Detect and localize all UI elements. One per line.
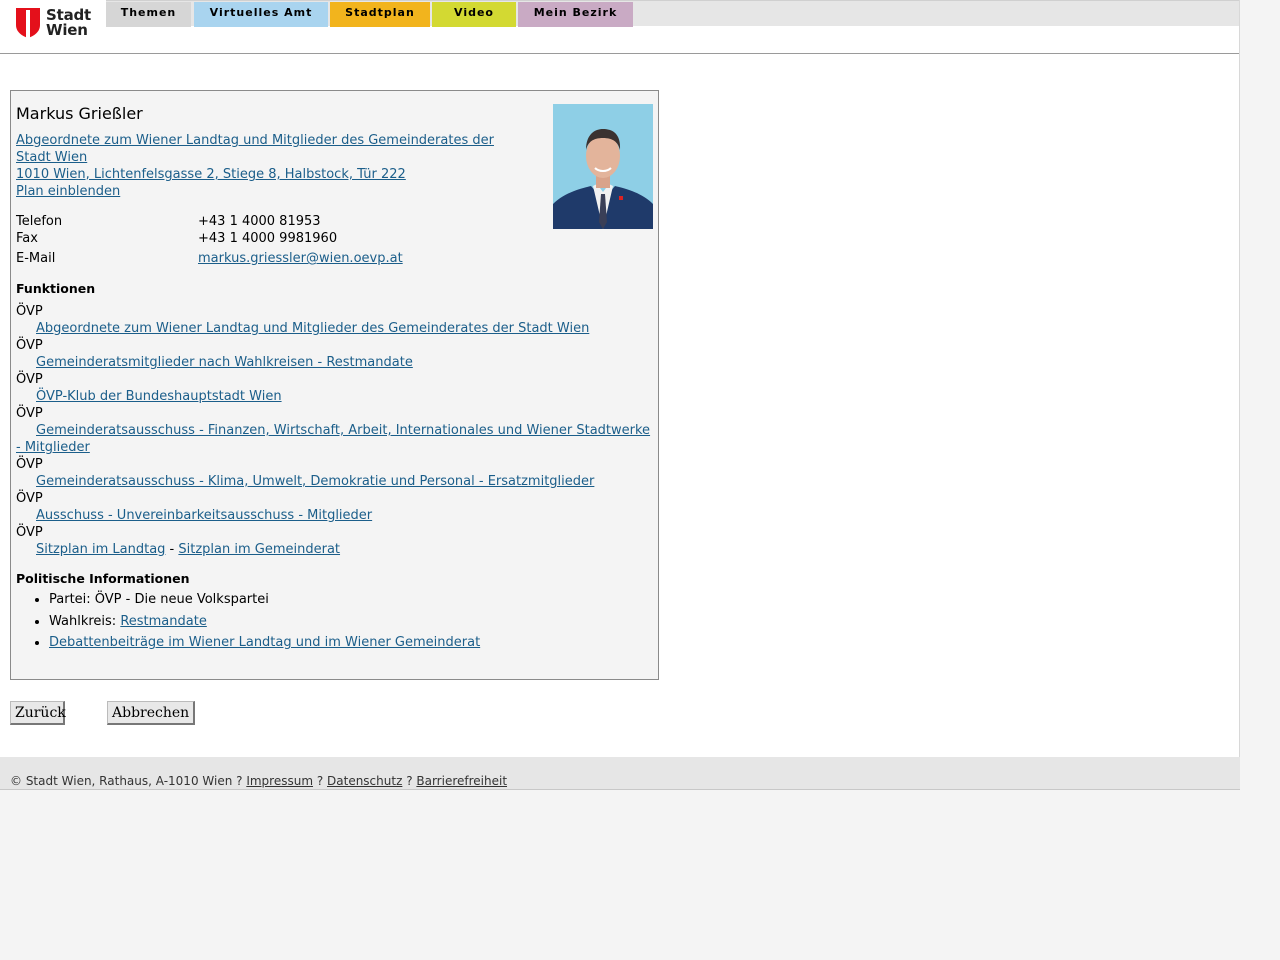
function-item: ÖVP Gemeinderatsmitglieder nach Wahlkrei… bbox=[16, 337, 656, 371]
person-card: Markus Grießler Abgeordnete zum Wiener L… bbox=[10, 90, 659, 680]
barrierefreiheit-link[interactable]: Barrierefreiheit bbox=[416, 774, 507, 788]
function-link[interactable]: Ausschuss - Unvereinbarkeitsausschuss - … bbox=[36, 508, 372, 523]
function-item: ÖVP Gemeinderatsausschuss - Klima, Umwel… bbox=[16, 456, 656, 490]
district-label: Wahlkreis: bbox=[49, 613, 121, 629]
fax-label: Fax bbox=[16, 231, 38, 246]
portrait-photo bbox=[553, 104, 653, 229]
nav-tab-mein-bezirk[interactable]: Mein Bezirk bbox=[518, 2, 633, 27]
function-party: ÖVP bbox=[16, 491, 43, 506]
nav-tab-video[interactable]: Video bbox=[432, 2, 516, 27]
phone-label: Telefon bbox=[16, 214, 63, 229]
site-header: Stadt Wien Themen Virtuelles Amt Stadtpl… bbox=[0, 0, 1239, 54]
function-link[interactable]: ÖVP-Klub der Bundeshauptstadt Wien bbox=[36, 389, 282, 404]
function-party: ÖVP bbox=[16, 457, 43, 472]
email-link[interactable]: markus.griessler@wien.oevp.at bbox=[198, 251, 403, 266]
role-link[interactable]: Abgeordnete zum Wiener Landtag und Mitgl… bbox=[16, 132, 516, 166]
copyright-text: © Stadt Wien, Rathaus, A-1010 Wien ? bbox=[10, 774, 247, 788]
party-item: Partei: ÖVP - Die neue Volkspartei bbox=[49, 589, 480, 611]
main-navigation: Themen Virtuelles Amt Stadtplan Video Me… bbox=[106, 0, 1239, 27]
nav-tab-themen[interactable]: Themen bbox=[106, 2, 191, 27]
footer-separator: ? bbox=[313, 774, 328, 788]
political-info-list: Partei: ÖVP - Die neue Volkspartei Wahlk… bbox=[16, 589, 480, 654]
datenschutz-link[interactable]: Datenschutz bbox=[327, 774, 402, 788]
footer-text: © Stadt Wien, Rathaus, A-1010 Wien ? Imp… bbox=[10, 774, 507, 788]
function-party: ÖVP bbox=[16, 406, 43, 421]
link-separator: - bbox=[165, 542, 179, 557]
cancel-button[interactable]: Abbrechen bbox=[107, 701, 195, 725]
phone-value: +43 1 4000 81953 bbox=[198, 214, 321, 229]
seating-plan-landtag-link[interactable]: Sitzplan im Landtag bbox=[36, 542, 165, 557]
functions-title: Funktionen bbox=[16, 281, 96, 296]
function-link[interactable]: Gemeinderatsausschuss - Klima, Umwelt, D… bbox=[36, 474, 594, 489]
debates-link[interactable]: Debattenbeiträge im Wiener Landtag und i… bbox=[49, 635, 480, 650]
back-button[interactable]: Zurück bbox=[10, 701, 66, 725]
nav-tab-stadtplan[interactable]: Stadtplan bbox=[330, 2, 430, 27]
political-info-title: Politische Informationen bbox=[16, 571, 190, 586]
email-label: E-Mail bbox=[16, 251, 56, 266]
logo-line-2: Wien bbox=[46, 21, 88, 39]
function-item: ÖVP Ausschuss - Unvereinbarkeitsausschus… bbox=[16, 490, 656, 524]
logo-text: Stadt Wien bbox=[46, 8, 91, 38]
function-item: ÖVP Gemeinderatsausschuss - Finanzen, Wi… bbox=[16, 405, 656, 456]
show-map-link[interactable]: Plan einblenden bbox=[16, 183, 516, 200]
debates-item: Debattenbeiträge im Wiener Landtag und i… bbox=[49, 632, 480, 654]
party-text: Partei: ÖVP - Die neue Volkspartei bbox=[49, 592, 269, 607]
fax-value: +43 1 4000 9981960 bbox=[198, 231, 338, 246]
function-item-seating: ÖVP Sitzplan im Landtag - Sitzplan im Ge… bbox=[16, 524, 656, 558]
address-link[interactable]: 1010 Wien, Lichtenfelsgasse 2, Stiege 8,… bbox=[16, 166, 516, 183]
function-party: ÖVP bbox=[16, 338, 43, 353]
coat-of-arms-icon bbox=[16, 8, 40, 38]
footer-separator: ? bbox=[402, 774, 417, 788]
function-party: ÖVP bbox=[16, 304, 43, 319]
site-footer: © Stadt Wien, Rathaus, A-1010 Wien ? Imp… bbox=[0, 757, 1240, 790]
function-party: ÖVP bbox=[16, 525, 43, 540]
person-name: Markus Grießler bbox=[16, 104, 143, 123]
district-item: Wahlkreis: Restmandate bbox=[49, 611, 480, 633]
address-block: Abgeordnete zum Wiener Landtag und Mitgl… bbox=[16, 132, 516, 200]
functions-list: ÖVP Abgeordnete zum Wiener Landtag und M… bbox=[16, 303, 656, 558]
stadt-wien-logo[interactable]: Stadt Wien bbox=[16, 8, 91, 38]
function-party: ÖVP bbox=[16, 372, 43, 387]
district-link[interactable]: Restmandate bbox=[120, 614, 207, 629]
function-item: ÖVP Abgeordnete zum Wiener Landtag und M… bbox=[16, 303, 656, 337]
impressum-link[interactable]: Impressum bbox=[246, 774, 313, 788]
nav-tab-virtuelles-amt[interactable]: Virtuelles Amt bbox=[194, 2, 328, 27]
function-link[interactable]: Abgeordnete zum Wiener Landtag und Mitgl… bbox=[36, 321, 589, 336]
seating-plan-gemeinderat-link[interactable]: Sitzplan im Gemeinderat bbox=[178, 542, 340, 557]
function-link[interactable]: Gemeinderatsmitglieder nach Wahlkreisen … bbox=[36, 355, 413, 370]
function-link[interactable]: Gemeinderatsausschuss - Finanzen, Wirtsc… bbox=[16, 423, 650, 455]
page-content: Stadt Wien Themen Virtuelles Amt Stadtpl… bbox=[0, 0, 1240, 757]
function-item: ÖVP ÖVP-Klub der Bundeshauptstadt Wien bbox=[16, 371, 656, 405]
